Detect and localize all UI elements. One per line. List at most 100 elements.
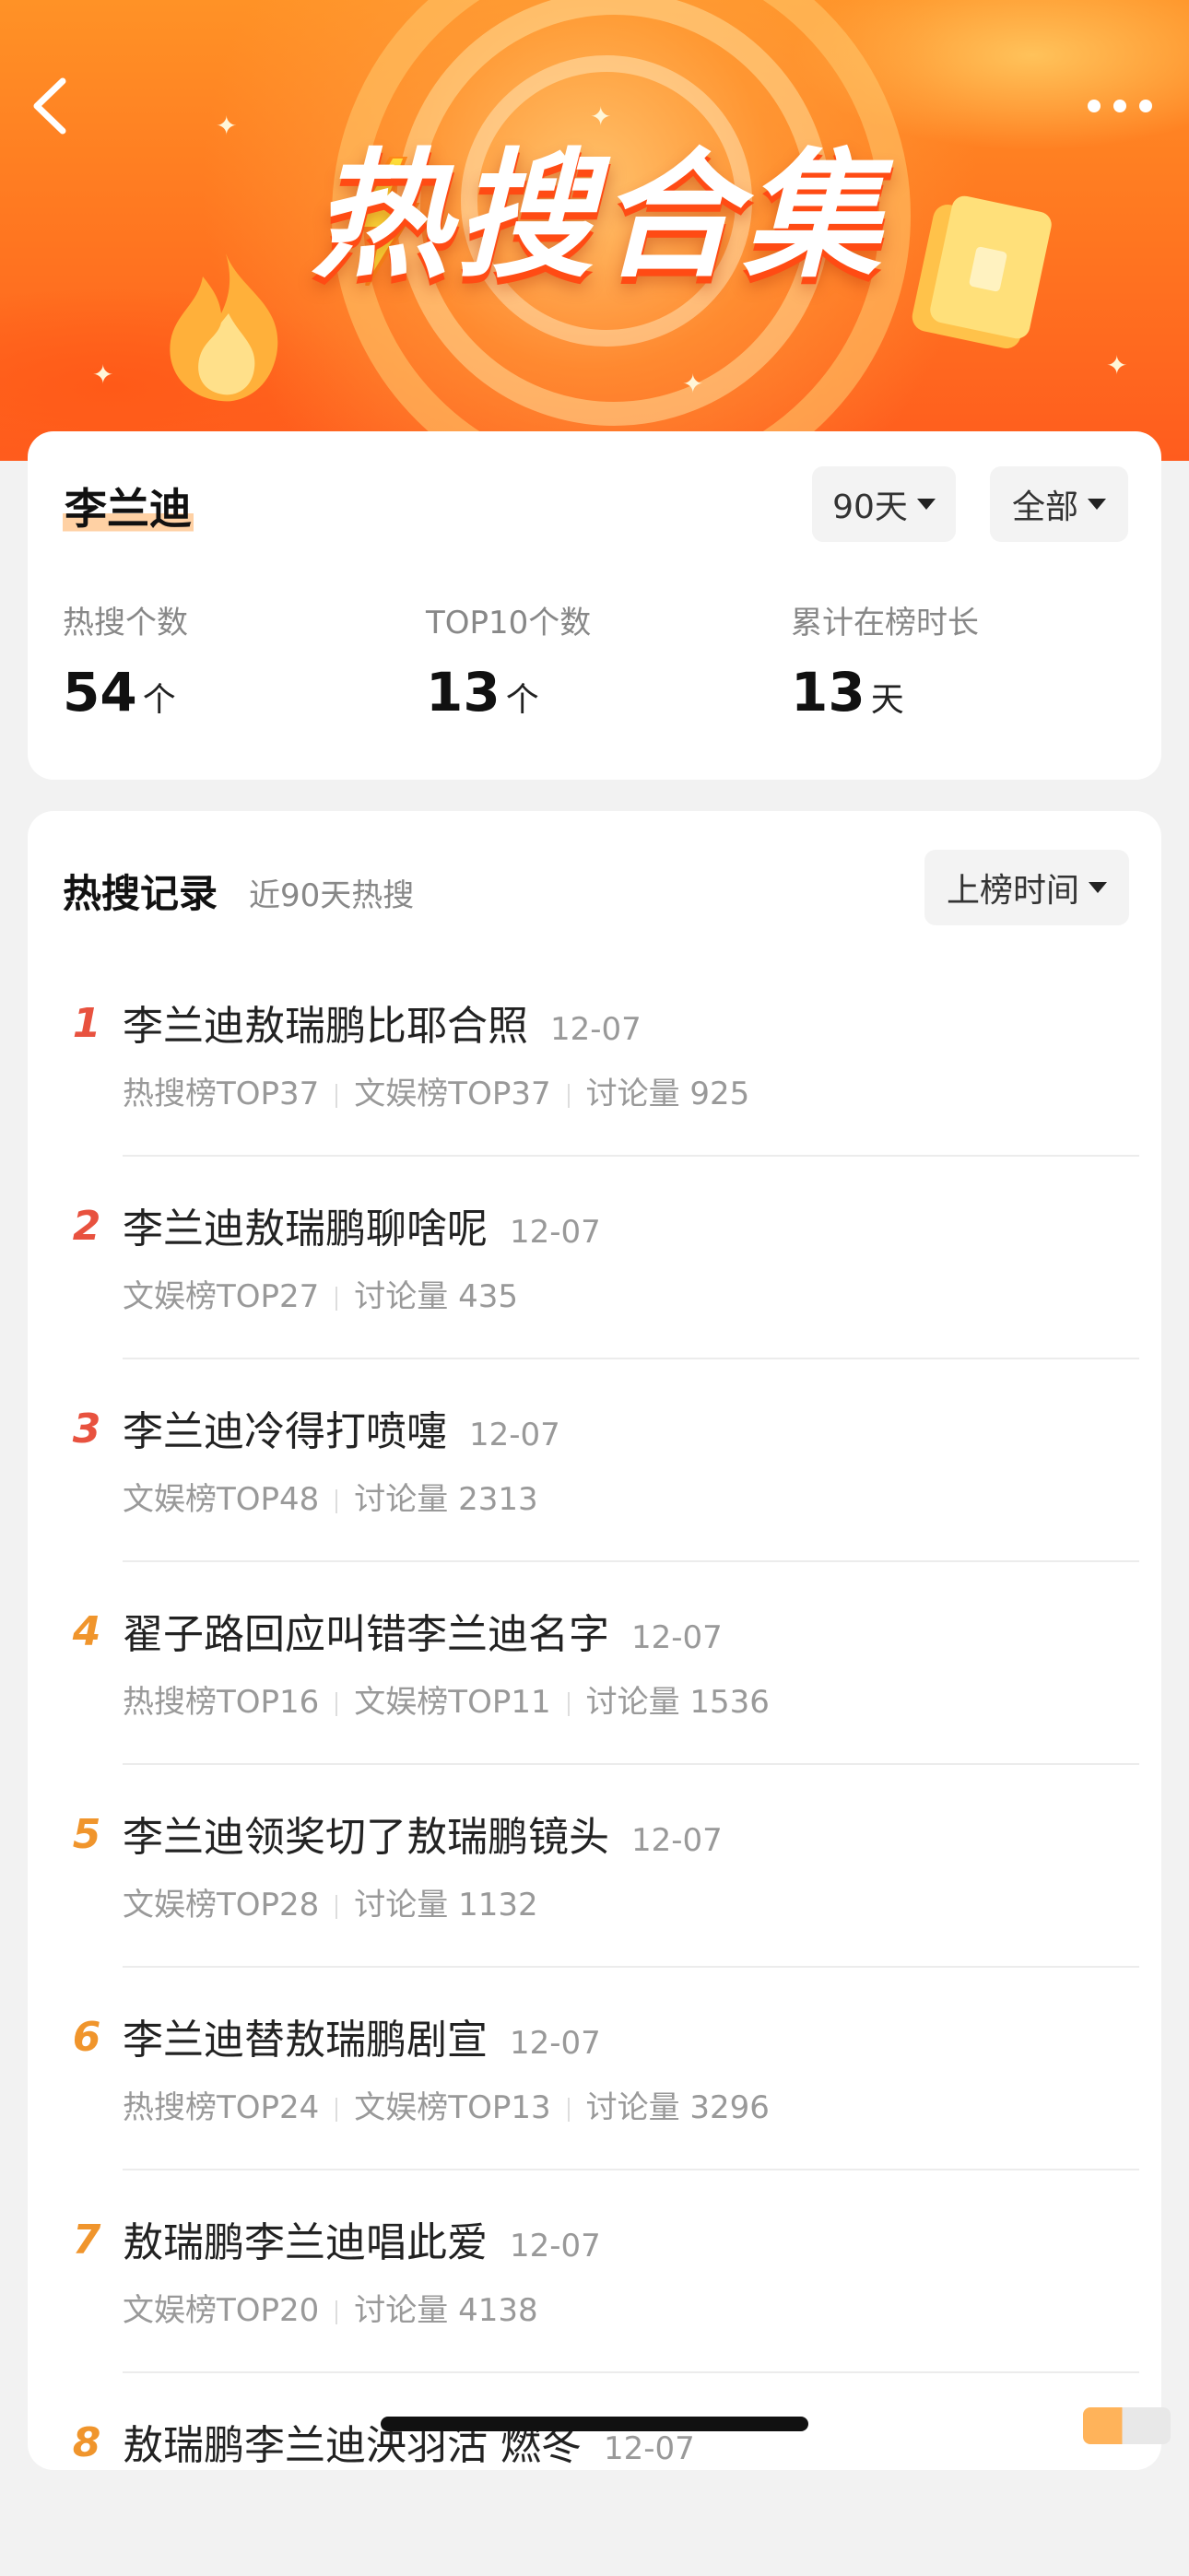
record-tag: 热搜榜TOP24 (123, 2089, 320, 2126)
sparkle-icon: ✦ (216, 111, 238, 141)
record-meta: 文娱榜TOP20 讨论量 4138 (123, 2285, 538, 2330)
scope-filter-label: 全部 (1011, 488, 1078, 526)
more-button[interactable] (1083, 88, 1157, 124)
record-tag: 文娱榜TOP28 (123, 1887, 320, 1923)
record-date: 12-07 (631, 1822, 723, 1859)
sparkle-icon: ✦ (92, 359, 114, 390)
record-tag: 讨论量 1536 (585, 1684, 770, 1721)
separator (336, 2300, 338, 2324)
record-tag: 文娱榜TOP20 (123, 2292, 320, 2329)
record-title: 李兰迪领奖切了敖瑞鹏镜头 (123, 1814, 609, 1861)
scope-filter-dropdown[interactable]: 全部 (990, 466, 1128, 542)
record-tag: 文娱榜TOP13 (354, 2089, 551, 2126)
chevron-left-icon (33, 77, 66, 135)
record-tag: 讨论量 3296 (585, 2089, 770, 2126)
record-tag: 讨论量 4138 (354, 2292, 538, 2329)
record-row[interactable]: 2 李兰迪敖瑞鹏聊啥呢 12-07 文娱榜TOP27 讨论量 435 (28, 1157, 1161, 1359)
record-tag: 文娱榜TOP48 (123, 1481, 320, 1518)
record-date: 12-07 (631, 1619, 723, 1656)
banner: ✦ ✦ ✦ ✦ ✦ 热搜合集 (0, 0, 1189, 461)
record-tag: 文娱榜TOP11 (354, 1684, 551, 1721)
range-filter-dropdown[interactable]: 90天 (812, 466, 956, 542)
stat-label: 累计在榜时长 (791, 605, 979, 641)
record-row[interactable]: 4 翟子路回应叫错李兰迪名字 12-07 热搜榜TOP16 文娱榜TOP11 讨论量 15… (28, 1562, 1161, 1765)
record-rank: 3 (72, 1406, 101, 1453)
record-rank: 7 (72, 2217, 101, 2264)
separator (336, 1286, 338, 1311)
record-title-line: 翟子路回应叫错李兰迪名字 12-07 (123, 1601, 723, 1660)
stat-value: 13 (791, 661, 865, 723)
separator (336, 1691, 338, 1716)
record-rank: 2 (72, 1203, 101, 1250)
stat-unit: 天 (870, 681, 904, 719)
record-date: 12-07 (550, 1011, 642, 1048)
stat-unit: 个 (142, 681, 176, 719)
separator (567, 1691, 570, 1716)
back-button[interactable] (28, 74, 74, 138)
stat-value: 54 (63, 661, 137, 723)
record-meta: 热搜榜TOP37 文娱榜TOP37 讨论量 925 (123, 1068, 749, 1113)
separator (567, 1083, 570, 1108)
record-meta: 文娱榜TOP27 讨论量 435 (123, 1271, 518, 1316)
record-rank: 6 (72, 2014, 101, 2061)
folder-icon (912, 195, 1052, 348)
record-tag: 讨论量 2313 (354, 1481, 538, 1518)
stat-top10-count: TOP10个数 13 个 (426, 597, 591, 723)
record-date: 12-07 (604, 2430, 695, 2467)
record-row[interactable]: 1 李兰迪敖瑞鹏比耶合照 12-07 热搜榜TOP37 文娱榜TOP37 讨论量 925 (28, 954, 1161, 1157)
record-title-line: 敖瑞鹏李兰迪唱此爱 12-07 (123, 2209, 601, 2268)
record-rank: 4 (72, 1608, 101, 1655)
record-rank: 1 (72, 1000, 101, 1047)
record-row[interactable]: 7 敖瑞鹏李兰迪唱此爱 12-07 文娱榜TOP20 讨论量 4138 (28, 2170, 1161, 2373)
record-row[interactable]: 3 李兰迪冷得打喷嚏 12-07 文娱榜TOP48 讨论量 2313 (28, 1359, 1161, 1562)
separator (336, 2097, 338, 2122)
record-title-line: 李兰迪领奖切了敖瑞鹏镜头 12-07 (123, 1804, 723, 1863)
sparkle-icon: ✦ (1106, 350, 1128, 381)
record-title-line: 李兰迪敖瑞鹏比耶合照 12-07 (123, 993, 642, 1052)
sparkle-icon: ✦ (590, 101, 612, 132)
record-title: 敖瑞鹏李兰迪唱此爱 (123, 2219, 488, 2266)
flame-icon (170, 253, 278, 402)
floating-widget[interactable] (1083, 2407, 1171, 2444)
section-subtitle: 近90天热搜 (249, 877, 415, 914)
record-tag: 热搜榜TOP16 (123, 1684, 320, 1721)
banner-title: 热搜合集 (311, 136, 887, 297)
record-title: 翟子路回应叫错李兰迪名字 (123, 1611, 609, 1658)
record-date: 12-07 (510, 1214, 601, 1251)
record-date: 12-07 (510, 2228, 601, 2264)
record-row[interactable]: 8 敖瑞鹏李兰迪泱羽沽 燃冬 12-07 (28, 2373, 1161, 2576)
record-title-line: 李兰迪冷得打喷嚏 12-07 (123, 1398, 560, 1457)
more-dots-icon (1088, 100, 1152, 112)
record-rank: 5 (72, 1811, 101, 1858)
stat-value: 13 (426, 661, 500, 723)
caret-down-icon (1088, 499, 1106, 510)
record-date: 12-07 (510, 2025, 601, 2062)
stat-label: 热搜个数 (63, 605, 188, 641)
stat-total-days: 累计在榜时长 13 天 (791, 597, 979, 723)
caret-down-icon (1089, 882, 1107, 893)
record-tag: 讨论量 435 (354, 1278, 518, 1315)
record-tag: 讨论量 925 (585, 1076, 750, 1112)
record-rank: 8 (72, 2419, 101, 2466)
stat-label: TOP10个数 (426, 605, 592, 641)
caret-down-icon (916, 499, 936, 510)
record-title: 李兰迪敖瑞鹏比耶合照 (123, 1003, 528, 1050)
record-title: 李兰迪敖瑞鹏聊啥呢 (123, 1206, 488, 1253)
record-meta: 文娱榜TOP48 讨论量 2313 (123, 1474, 538, 1519)
record-title-line: 李兰迪替敖瑞鹏剧宣 12-07 (123, 2006, 601, 2065)
separator (336, 1894, 338, 1919)
home-indicator[interactable] (381, 2417, 808, 2431)
record-tag: 热搜榜TOP37 (123, 1076, 320, 1112)
record-meta: 文娱榜TOP28 讨论量 1132 (123, 1879, 538, 1924)
record-row[interactable]: 6 李兰迪替敖瑞鹏剧宣 12-07 热搜榜TOP24 文娱榜TOP13 讨论量 3296 (28, 1968, 1161, 2170)
record-row[interactable]: 5 李兰迪领奖切了敖瑞鹏镜头 12-07 文娱榜TOP28 讨论量 1132 (28, 1765, 1161, 1968)
summary-card: 李兰迪 90天 全部 热搜个数 54 个 TOP10个数 13 个 累计在榜时长 1… (28, 431, 1161, 780)
record-title: 李兰迪替敖瑞鹏剧宣 (123, 2017, 488, 2064)
records-card: 热搜记录 近90天热搜 上榜时间 1 李兰迪敖瑞鹏比耶合照 12-07 热搜榜TOP3… (28, 811, 1161, 2470)
sort-filter-dropdown[interactable]: 上榜时间 (924, 850, 1129, 925)
record-tag: 文娱榜TOP27 (123, 1278, 320, 1315)
person-name: 李兰迪 (63, 476, 194, 536)
record-title: 李兰迪冷得打喷嚏 (123, 1408, 447, 1455)
separator (336, 1488, 338, 1513)
record-meta: 热搜榜TOP16 文娱榜TOP11 讨论量 1536 (123, 1676, 770, 1722)
